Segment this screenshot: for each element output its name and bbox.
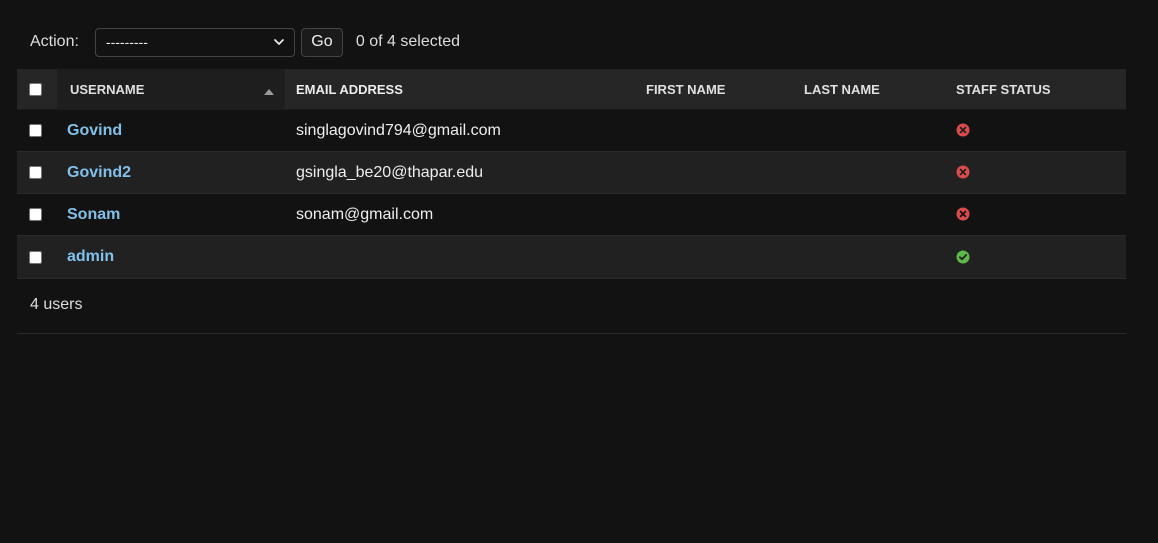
table-row: Govind2 gsingla_be20@thapar.edu	[17, 152, 1126, 194]
table-header-row: USERNAME EMAIL ADDRESS FIRST NAME LAST N…	[17, 68, 1126, 110]
row-checkbox[interactable]	[29, 250, 42, 264]
action-select-value: ---------	[105, 34, 148, 50]
action-label: Action:	[30, 33, 79, 50]
username-link[interactable]: Govind2	[67, 164, 131, 182]
go-button[interactable]: Go	[300, 27, 343, 57]
username-link[interactable]: admin	[67, 248, 114, 266]
row-checkbox-cell	[17, 166, 57, 179]
username-cell: Govind2	[57, 152, 285, 193]
username-cell: Sonam	[57, 194, 285, 235]
column-header-staff-status[interactable]: STAFF STATUS	[944, 82, 1126, 97]
users-table: USERNAME EMAIL ADDRESS FIRST NAME LAST N…	[17, 68, 1126, 279]
staff-status-cell	[944, 122, 1126, 140]
row-checkbox[interactable]	[29, 166, 42, 179]
column-header-first-name[interactable]: FIRST NAME	[634, 82, 792, 97]
x-circle-icon	[956, 165, 970, 179]
staff-status-cell	[944, 206, 1126, 224]
email-cell: gsingla_be20@thapar.edu	[296, 163, 484, 181]
email-cell: singlagovind794@gmail.com	[296, 121, 501, 139]
actions-bar: Action: --------- Go 0 of 4 selected	[30, 27, 460, 57]
table-row: Sonam sonam@gmail.com	[17, 194, 1126, 236]
row-checkbox[interactable]	[29, 124, 42, 137]
footer-divider	[17, 333, 1126, 334]
result-count: 4 users	[30, 296, 83, 313]
column-header-last-name[interactable]: LAST NAME	[792, 82, 944, 97]
username-link[interactable]: Sonam	[67, 206, 120, 224]
username-link[interactable]: Govind	[67, 122, 122, 140]
action-select[interactable]: ---------	[94, 27, 295, 57]
staff-status-cell	[944, 164, 1126, 182]
row-checkbox-cell	[17, 208, 57, 221]
select-all-checkbox[interactable]	[29, 82, 42, 96]
table-row: Govind singlagovind794@gmail.com	[17, 110, 1126, 152]
x-circle-icon	[956, 207, 970, 221]
selection-counter: 0 of 4 selected	[355, 33, 460, 50]
username-cell: admin	[57, 236, 285, 278]
x-circle-icon	[956, 123, 970, 137]
column-header-username-label: USERNAME	[70, 81, 145, 97]
header-checkbox-cell	[17, 82, 57, 96]
email-cell: sonam@gmail.com	[296, 205, 434, 223]
username-cell: Govind	[57, 110, 285, 151]
column-header-username[interactable]: USERNAME	[57, 68, 285, 110]
column-header-email[interactable]: EMAIL ADDRESS	[285, 82, 634, 97]
chevron-down-icon	[274, 39, 284, 45]
staff-status-cell	[944, 248, 1126, 266]
row-checkbox[interactable]	[29, 208, 42, 221]
check-circle-icon	[956, 250, 970, 264]
sort-ascending-icon[interactable]	[264, 88, 274, 95]
row-checkbox-cell	[17, 124, 57, 137]
row-checkbox-cell	[17, 250, 57, 264]
table-row: admin	[17, 236, 1126, 279]
